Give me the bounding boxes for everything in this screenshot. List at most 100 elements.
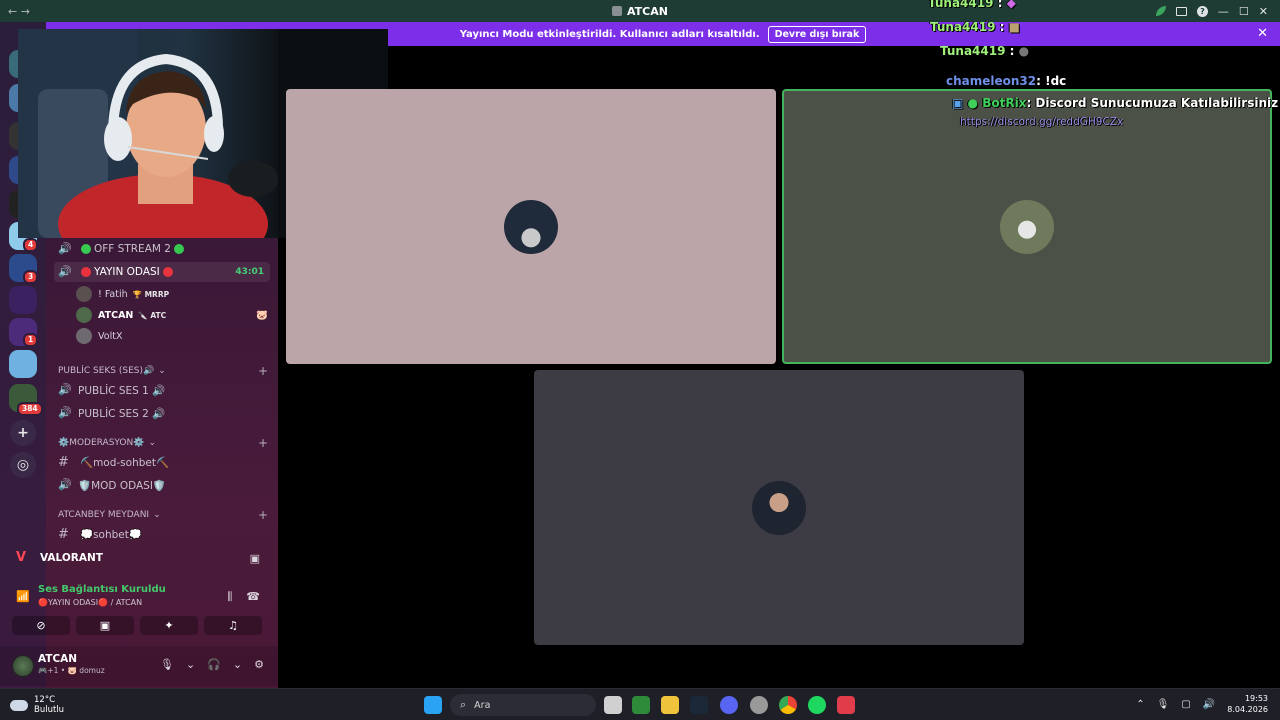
text-channel-mod-sohbet[interactable]: # ⛏️mod-sohbet⛏️ <box>54 452 270 472</box>
titlebar-controls: ? — ☐ ✕ <box>1155 0 1280 22</box>
voice-connection-panel: 📶 Ses Bağlantısı Kuruldu 🔴YAYIN ODASI🔴 /… <box>8 580 270 614</box>
camera-off-icon[interactable]: ⊘ <box>12 616 70 635</box>
voice-member[interactable]: ! Fatih 🏆 MRRP <box>76 285 169 303</box>
chat-text: : <box>997 0 1003 10</box>
voice-channel-public-ses-2[interactable]: 🔊 PUBLİC SES 2 🔊 <box>54 403 270 423</box>
chevron-down-icon[interactable]: ⌄ <box>186 658 195 671</box>
chat-text: : <box>1009 44 1015 58</box>
category-atcanbey-meydani[interactable]: ATCANBEY MEYDANI ⌄ + <box>58 508 268 522</box>
disconnect-icon[interactable]: ☎ <box>246 590 260 604</box>
chrome-icon[interactable] <box>779 696 797 714</box>
microphone-icon[interactable]: 🎙 <box>1157 699 1170 710</box>
spotify-icon[interactable] <box>808 696 826 714</box>
activity-share-icon[interactable]: ▣ <box>250 552 260 565</box>
discover-icon[interactable]: ◎ <box>10 452 36 478</box>
voice-channel-path[interactable]: 🔴YAYIN ODASI🔴 / ATCAN <box>38 598 142 607</box>
microphone-icon[interactable]: 🎙 <box>160 658 174 671</box>
app-icon[interactable] <box>837 696 855 714</box>
member-tag: 🔪 ATC <box>138 310 167 320</box>
chevron-down-icon: ⌄ <box>153 510 161 520</box>
avatar[interactable] <box>12 655 34 677</box>
gear-icon[interactable]: ⚙ <box>254 658 264 671</box>
nav-arrows[interactable]: ← → <box>8 5 38 18</box>
valorant-icon: V <box>16 550 27 565</box>
voice-member[interactable]: VoltX <box>76 327 122 345</box>
taskbar-search[interactable]: ⌕ Ara <box>450 694 596 716</box>
discord-icon[interactable] <box>720 696 738 714</box>
participant-tile[interactable] <box>286 89 776 364</box>
server-icon[interactable] <box>9 350 37 378</box>
back-arrow-icon[interactable]: ← <box>8 5 17 18</box>
maximize-button[interactable]: ☐ <box>1239 5 1249 18</box>
clock-app-icon[interactable] <box>750 696 768 714</box>
category-moderasyon[interactable]: ⚙️MODERASYON⚙️ ⌄ + <box>58 436 268 450</box>
create-channel-icon[interactable]: + <box>258 436 268 450</box>
window-title: ATCAN <box>0 5 1280 18</box>
user-name[interactable]: ATCAN <box>38 653 77 665</box>
voice-member[interactable]: ATCAN 🔪 ATC 🐷 <box>76 306 268 324</box>
inbox-icon[interactable] <box>1175 6 1187 16</box>
hash-icon: # <box>58 454 69 470</box>
noise-suppression-icon[interactable]: ⫼ <box>227 590 232 604</box>
xbox-icon[interactable] <box>632 696 650 714</box>
speaker-icon: 🔊 <box>58 478 72 491</box>
create-channel-icon[interactable]: + <box>258 364 268 378</box>
minimize-button[interactable]: — <box>1218 5 1229 18</box>
volume-icon[interactable]: 🔊 <box>1203 699 1215 710</box>
category-label: ⚙️MODERASYON⚙️ <box>58 438 145 448</box>
weather-widget[interactable]: 12°C Bulutlu <box>10 695 64 715</box>
voice-status[interactable]: Ses Bağlantısı Kuruldu <box>38 584 166 595</box>
member-tag: 🏆 MRRP <box>132 289 170 299</box>
activities-icon[interactable]: ✦ <box>140 616 198 635</box>
chevron-up-icon[interactable]: ⌃ <box>1136 699 1144 710</box>
voice-channel-off-stream-2[interactable]: 🔊 OFF STREAM 2 <box>54 239 270 259</box>
forward-arrow-icon[interactable]: → <box>21 5 30 18</box>
chat-message: Tuna4419 : ■ <box>930 20 1020 34</box>
chat-user: chameleon32 <box>946 74 1037 88</box>
file-explorer-icon[interactable] <box>661 696 679 714</box>
voice-channel-yayin-odasi[interactable]: 🔊 YAYIN ODASI 43:01 <box>54 262 270 282</box>
chevron-down-icon[interactable]: ⌄ <box>233 658 242 671</box>
soundboard-icon[interactable]: ♫ <box>204 616 262 635</box>
nitro-leaf-icon[interactable] <box>1155 6 1166 16</box>
screen-share-icon[interactable]: ▣ <box>76 616 134 635</box>
notice-close-icon[interactable]: ✕ <box>1257 26 1268 41</box>
hash-icon: # <box>58 526 69 542</box>
windows-start-icon[interactable] <box>424 696 442 714</box>
speaker-icon: 🔊 <box>58 406 72 419</box>
avatar <box>76 286 92 302</box>
speaker-icon: 🔊 <box>58 265 72 278</box>
avatar <box>76 307 92 323</box>
text-channel-sohbet[interactable]: # 💭sohbet💭 <box>54 524 270 544</box>
green-dot-icon <box>173 244 184 254</box>
app-icon <box>612 5 623 16</box>
task-view-icon[interactable] <box>604 696 622 714</box>
window-title-text: ATCAN <box>627 4 668 18</box>
server-icon[interactable] <box>9 286 37 314</box>
signal-icon[interactable]: 📶 <box>16 590 30 603</box>
display-icon[interactable]: ▢ <box>1181 699 1190 710</box>
disable-streamer-mode-button[interactable]: Devre dışı bırak <box>767 25 867 43</box>
steam-icon[interactable] <box>690 696 708 714</box>
chat-message: chameleon32: !dc <box>946 74 1066 88</box>
voice-channel-mod-odasi[interactable]: 🔊 🛡️MOD ODASI🛡️ <box>54 475 270 495</box>
clock[interactable]: 19:53 8.04.2026 <box>1227 693 1268 715</box>
headphones-icon[interactable]: 🎧 <box>207 658 221 671</box>
member-status-emoji: 🐷 <box>256 309 268 321</box>
emote-icon: ■ <box>1008 20 1020 34</box>
red-dot-icon <box>162 267 173 277</box>
help-icon[interactable]: ? <box>1196 5 1208 17</box>
red-dot-icon <box>81 267 91 277</box>
participant-tile-speaking[interactable] <box>782 89 1272 364</box>
category-public-seks[interactable]: PUBLİC SEKS (SES)🔊 ⌄ + <box>58 364 268 378</box>
unread-badge: 1 <box>23 333 39 347</box>
channel-name: ⛏️mod-sohbet⛏️ <box>80 456 170 469</box>
participant-tile[interactable] <box>534 370 1024 645</box>
activity-panel[interactable]: V VALORANT ▣ <box>8 545 270 571</box>
close-button[interactable]: ✕ <box>1259 5 1268 18</box>
chat-text: : <box>999 20 1005 34</box>
create-channel-icon[interactable]: + <box>258 508 268 522</box>
channel-name: 💭sohbet💭 <box>80 528 142 541</box>
add-server-icon[interactable]: + <box>10 420 36 446</box>
voice-channel-public-ses-1[interactable]: 🔊 PUBLİC SES 1 🔊 <box>54 380 270 400</box>
